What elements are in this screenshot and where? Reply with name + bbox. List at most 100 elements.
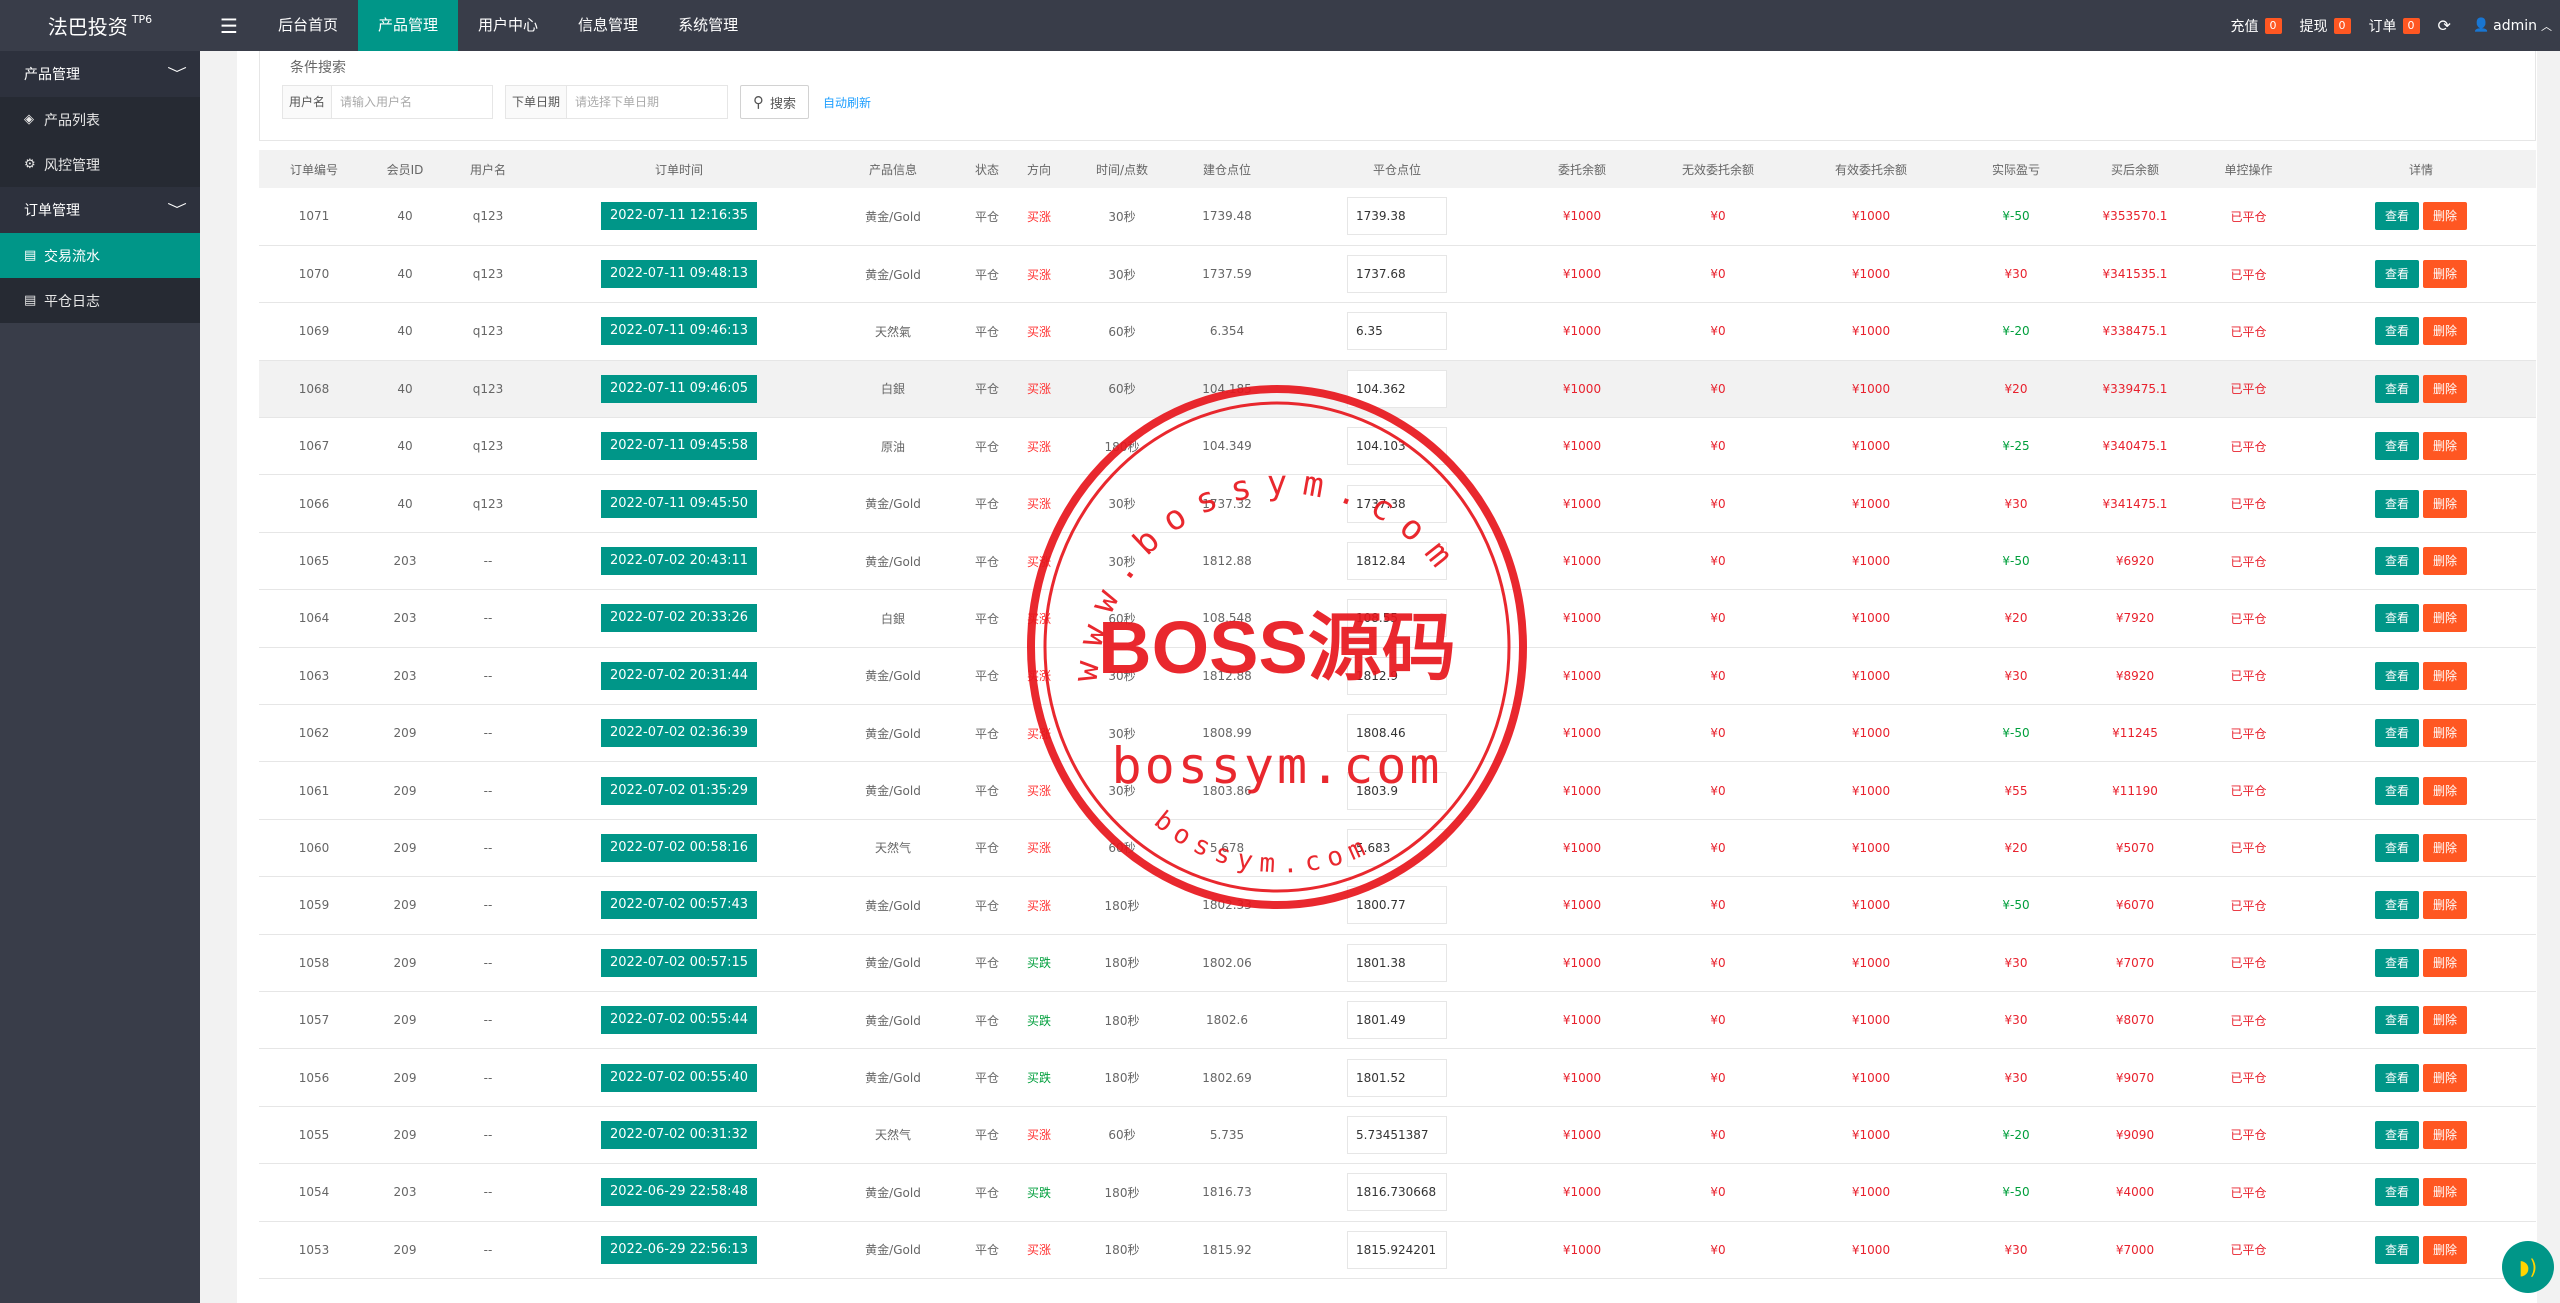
close-price-input[interactable] (1347, 427, 1447, 466)
delete-button[interactable]: 删除 (2423, 374, 2468, 403)
view-button[interactable]: 查看 (2374, 1120, 2419, 1149)
view-button[interactable]: 查看 (2374, 1063, 2419, 1092)
view-button[interactable]: 查看 (2374, 776, 2419, 805)
delete-button[interactable]: 删除 (2423, 1120, 2468, 1149)
delete-button[interactable]: 删除 (2423, 1063, 2468, 1092)
view-button[interactable]: 查看 (2374, 719, 2419, 748)
col-header: 用户名 (469, 162, 506, 177)
view-button[interactable]: 查看 (2374, 547, 2419, 576)
close-price-input[interactable] (1347, 599, 1447, 638)
sidebar-item-close-log[interactable]: ▤ 平仓日志 (0, 278, 200, 323)
cell-open-price: 104.185 (1202, 381, 1252, 396)
delete-button[interactable]: 删除 (2423, 604, 2468, 633)
delete-button[interactable]: 删除 (2423, 260, 2468, 289)
hamburger-icon[interactable]: ☰ (200, 0, 258, 51)
sidebar-group-order[interactable]: 订单管理 ﹀ (0, 187, 200, 233)
delete-button[interactable]: 删除 (2423, 432, 2468, 461)
close-price-input[interactable] (1347, 771, 1447, 810)
delete-button[interactable]: 删除 (2423, 489, 2468, 518)
delete-button[interactable]: 删除 (2423, 547, 2468, 576)
cell-member-id: 209 (393, 783, 417, 798)
close-price-input[interactable] (1347, 1173, 1447, 1212)
delete-button[interactable]: 删除 (2423, 1235, 2468, 1264)
close-price-input[interactable] (1347, 542, 1447, 581)
close-price-input[interactable] (1347, 197, 1447, 236)
close-price-input[interactable] (1347, 656, 1447, 695)
nav-system-management[interactable]: 系统管理 (658, 0, 758, 51)
close-price-input[interactable] (1347, 1001, 1447, 1040)
view-button[interactable]: 查看 (2374, 948, 2419, 977)
username-input[interactable] (332, 86, 493, 118)
sidebar-item-trade-flow[interactable]: ▤ 交易流水 (0, 233, 200, 278)
delete-button[interactable]: 删除 (2423, 1006, 2468, 1035)
cell-direction: 买跌 (1026, 1185, 1051, 1200)
sidebar-item-risk-control[interactable]: ⚙ 风控管理 (0, 142, 200, 187)
nav-home[interactable]: 后台首页 (258, 0, 358, 51)
view-button[interactable]: 查看 (2374, 833, 2419, 862)
chat-icon[interactable]: ◗) (2502, 1241, 2554, 1293)
nav-user-center[interactable]: 用户中心 (458, 0, 558, 51)
order-link[interactable]: 订单 0 (2369, 16, 2420, 36)
delete-button[interactable]: 删除 (2423, 1178, 2468, 1207)
cell-entrust: ¥1000 (1562, 840, 1602, 855)
close-price-input[interactable] (1347, 1058, 1447, 1097)
delete-button[interactable]: 删除 (2423, 317, 2468, 346)
close-price-input[interactable] (1347, 369, 1447, 408)
view-button[interactable]: 查看 (2374, 202, 2419, 231)
cell-member-id: 209 (393, 898, 417, 913)
delete-button[interactable]: 删除 (2423, 891, 2468, 920)
view-button[interactable]: 查看 (2374, 891, 2419, 920)
view-button[interactable]: 查看 (2374, 661, 2419, 690)
cell-period: 60秒 (1108, 841, 1136, 856)
delete-button[interactable]: 删除 (2423, 202, 2468, 231)
view-button[interactable]: 查看 (2374, 489, 2419, 518)
nav-info-management[interactable]: 信息管理 (558, 0, 658, 51)
col-header: 会员ID (386, 162, 424, 177)
delete-button[interactable]: 删除 (2423, 833, 2468, 862)
sidebar-group-product[interactable]: 产品管理 ﹀ (0, 51, 200, 97)
delete-button[interactable]: 删除 (2423, 948, 2468, 977)
view-button[interactable]: 查看 (2374, 374, 2419, 403)
withdraw-link[interactable]: 提现 0 (2300, 16, 2351, 36)
cell-control: 已平仓 (2230, 1071, 2267, 1086)
sidebar-item-product-list[interactable]: ◈ 产品列表 (0, 97, 200, 142)
close-price-input[interactable] (1347, 943, 1447, 982)
close-price-input[interactable] (1347, 886, 1447, 925)
search-button[interactable]: ⚲ 搜索 (740, 85, 810, 119)
close-price-input[interactable] (1347, 484, 1447, 523)
view-button[interactable]: 查看 (2374, 604, 2419, 633)
close-price-input[interactable] (1347, 828, 1447, 867)
close-price-input[interactable] (1347, 1115, 1447, 1154)
view-button[interactable]: 查看 (2374, 432, 2419, 461)
close-price-input[interactable] (1347, 312, 1447, 351)
close-price-input[interactable] (1347, 1230, 1447, 1269)
cell-status: 平仓 (974, 1071, 999, 1086)
cell-control: 已平仓 (2230, 841, 2267, 856)
close-price-input[interactable] (1347, 714, 1447, 753)
close-price-input[interactable] (1347, 255, 1447, 294)
recharge-badge: 0 (2264, 17, 2282, 34)
refresh-icon[interactable]: ⟳ (2438, 16, 2451, 35)
cell-pnl: ¥-50 (2002, 554, 2030, 569)
view-button[interactable]: 查看 (2374, 1006, 2419, 1035)
recharge-link[interactable]: 充值 0 (2231, 16, 2282, 36)
view-button[interactable]: 查看 (2374, 317, 2419, 346)
date-input[interactable] (567, 86, 728, 118)
user-menu[interactable]: 👤 admin ︿ (2473, 18, 2552, 34)
cell-direction: 买涨 (1026, 554, 1051, 569)
delete-button[interactable]: 删除 (2423, 776, 2468, 805)
view-button[interactable]: 查看 (2374, 260, 2419, 289)
cell-username: -- (483, 1070, 493, 1085)
cell-pnl: ¥-50 (2002, 726, 2030, 741)
sidebar-item-label: 平仓日志 (44, 293, 100, 310)
search-title: 条件搜索 (290, 60, 346, 76)
app-logo[interactable]: 法巴投资 TP6 (0, 0, 200, 51)
cell-order-time: 2022-06-29 22:58:48 (535, 1164, 823, 1221)
nav-product-management[interactable]: 产品管理 (358, 0, 459, 51)
col-header: 订单编号 (289, 162, 338, 177)
view-button[interactable]: 查看 (2374, 1235, 2419, 1264)
delete-button[interactable]: 删除 (2423, 719, 2468, 748)
view-button[interactable]: 查看 (2374, 1178, 2419, 1207)
delete-button[interactable]: 删除 (2423, 661, 2468, 690)
auto-refresh-link[interactable]: 自动刷新 (823, 94, 871, 111)
